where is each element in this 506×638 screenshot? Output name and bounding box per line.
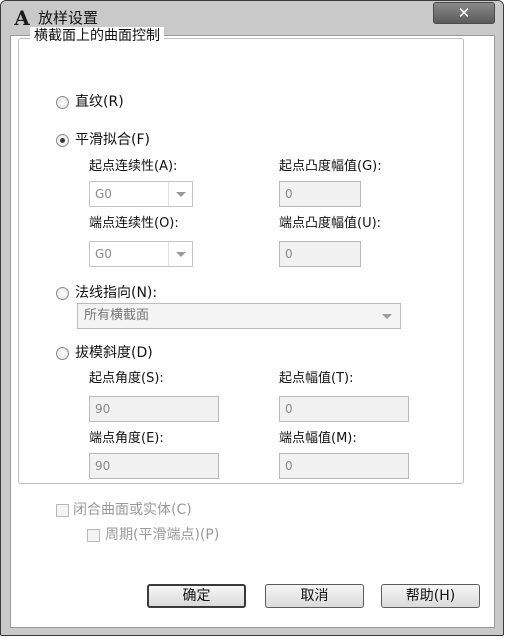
group-title: 横截面上的曲面控制 <box>30 27 164 45</box>
ruled-radio[interactable] <box>56 96 69 109</box>
periodic-label[interactable]: 周期(平滑端点)(P) <box>105 526 219 544</box>
start-angle-label: 起点角度(S): <box>89 371 164 386</box>
end-magnitude-label: 端点幅值(M): <box>279 431 357 446</box>
normal-to-select[interactable]: 所有横截面 <box>77 303 401 329</box>
end-continuity-value: G0 <box>95 247 112 261</box>
start-bulge-label: 起点凸度幅值(G): <box>279 159 382 174</box>
close-surface-checkbox[interactable] <box>56 504 69 517</box>
chevron-down-icon <box>378 304 396 328</box>
start-magnitude-label: 起点幅值(T): <box>279 371 354 386</box>
start-magnitude-field[interactable]: 0 <box>279 396 409 422</box>
chevron-down-icon <box>168 182 192 206</box>
close-button[interactable]: ✕ <box>433 2 495 24</box>
close-surface-label[interactable]: 闭合曲面或实体(C) <box>73 501 192 519</box>
draft-angle-label[interactable]: 拔模斜度(D) <box>75 344 153 362</box>
chevron-down-icon <box>168 242 192 266</box>
end-continuity-select[interactable]: G0 <box>89 241 193 267</box>
normal-to-value: 所有横截面 <box>84 308 150 323</box>
end-magnitude-field[interactable]: 0 <box>279 453 409 479</box>
cancel-button[interactable]: 取消 <box>265 584 364 608</box>
end-bulge-field[interactable]: 0 <box>279 241 361 267</box>
end-bulge-label: 端点凸度幅值(U): <box>279 216 382 231</box>
start-angle-field[interactable]: 90 <box>89 396 219 422</box>
dialog-title: 放样设置 <box>38 9 99 27</box>
normal-to-label[interactable]: 法线指向(N): <box>75 284 157 302</box>
periodic-checkbox[interactable] <box>87 529 100 542</box>
start-continuity-label: 起点连续性(A): <box>89 159 178 174</box>
loft-settings-dialog: A 放样设置 ✕ 横截面上的曲面控制 直纹(R) 平滑拟合(F) 起点连续性(A… <box>0 0 504 636</box>
autocad-logo-icon: A <box>14 6 30 30</box>
ruled-label[interactable]: 直纹(R) <box>75 93 124 111</box>
start-bulge-field[interactable]: 0 <box>279 181 361 207</box>
end-angle-label: 端点角度(E): <box>89 431 164 446</box>
normal-to-radio[interactable] <box>56 287 69 300</box>
smooth-fit-label[interactable]: 平滑拟合(F) <box>75 131 150 149</box>
help-button[interactable]: 帮助(H) <box>381 584 480 608</box>
smooth-fit-radio[interactable] <box>56 134 69 147</box>
end-continuity-label: 端点连续性(O): <box>89 216 179 231</box>
start-continuity-value: G0 <box>95 187 112 201</box>
draft-angle-radio[interactable] <box>56 347 69 360</box>
start-continuity-select[interactable]: G0 <box>89 181 193 207</box>
ok-button[interactable]: 确定 <box>147 584 246 608</box>
close-icon: ✕ <box>457 4 471 22</box>
end-angle-field[interactable]: 90 <box>89 453 219 479</box>
